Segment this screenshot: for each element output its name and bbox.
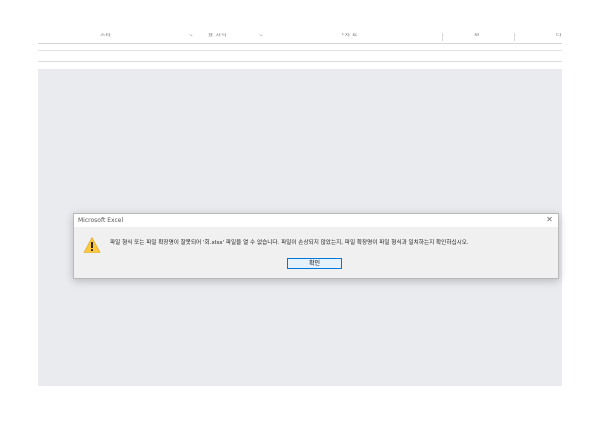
dialog-title: Microsoft Excel — [78, 217, 124, 224]
error-message: 파일 형식 또는 파일 확장명이 잘못되어 '회.xlsx' 파일을 열 수 없… — [110, 240, 469, 246]
dialog-titlebar: Microsoft Excel ✕ — [74, 214, 558, 227]
close-button[interactable]: ✕ — [545, 215, 554, 225]
formula-bar-bottom-border — [38, 61, 562, 62]
ribbon-label-other: 다 — [556, 33, 562, 37]
error-dialog: Microsoft Excel ✕ 파일 형식 또는 파일 확장명이 잘못되어 … — [73, 213, 559, 279]
ribbon-separator — [442, 33, 443, 41]
close-icon: ✕ — [546, 215, 553, 224]
ribbon-label-view: 보 — [474, 33, 480, 37]
ribbon-group-labels: 스타 ↘ 표 서식 ↘ └자 트 보 다 — [38, 33, 562, 43]
warning-icon — [83, 236, 101, 254]
ribbon-label-styles: 스타 — [100, 33, 112, 37]
ribbon-label-marker-2: ↘ — [258, 33, 264, 37]
ribbon-label-table-format: 표 서식 — [208, 33, 227, 37]
formula-bar-border — [38, 50, 562, 51]
ribbon-separator — [514, 33, 515, 41]
ribbon-label-chart: └자 트 — [341, 33, 358, 37]
ribbon-bottom-border — [38, 43, 562, 44]
ok-button[interactable]: 확인 — [287, 258, 342, 269]
ribbon-label-marker: ↘ — [188, 33, 194, 37]
